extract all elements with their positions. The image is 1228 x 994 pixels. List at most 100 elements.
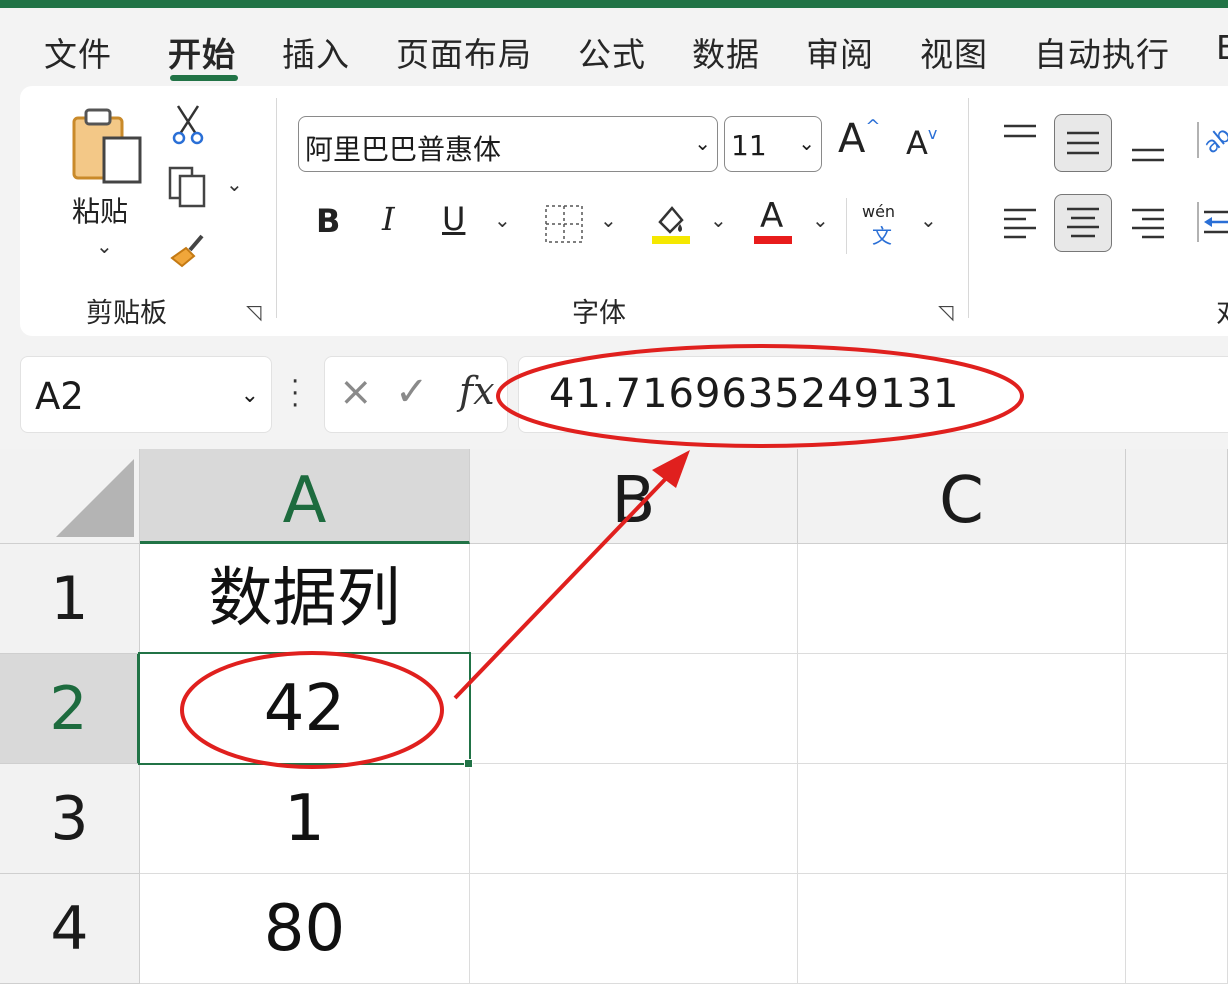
paste-button[interactable]: 粘贴	[72, 190, 128, 230]
cell-d4[interactable]	[1126, 874, 1228, 984]
name-box-value: A2	[35, 375, 84, 418]
font-launcher-icon[interactable]: ◹	[938, 300, 953, 324]
cell-a3[interactable]: 1	[140, 764, 470, 874]
name-box[interactable]: A2 ⌄	[20, 356, 272, 433]
font-color-icon[interactable]: A	[752, 196, 794, 246]
tab-automate[interactable]: 自动执行	[1034, 28, 1170, 76]
phonetic-bottom-text: 文	[872, 224, 892, 248]
tab-home[interactable]: 开始	[168, 28, 236, 76]
row-header-1[interactable]: 1	[0, 544, 140, 654]
cell-a1[interactable]: 数据列	[140, 544, 470, 654]
align-center-icon[interactable]	[1054, 194, 1112, 252]
cell-a4[interactable]: 80	[140, 874, 470, 984]
ribbon: 粘贴 ⌄ ⌄ 剪贴板 ◹ 阿里巴巴普惠体 ⌄ 11 ⌄ A^ Av B I U	[20, 86, 1228, 336]
row-header-3[interactable]: 3	[0, 764, 140, 874]
fill-dropdown-chevron-icon[interactable]: ⌄	[710, 208, 727, 232]
group-separator	[968, 98, 969, 318]
grow-caret-icon: ^	[865, 116, 881, 137]
worksheet-grid: A B C 1 数据列 2 42 3 1 4 80	[0, 449, 1228, 994]
clipboard-launcher-icon[interactable]: ◹	[246, 300, 261, 324]
tab-overflow[interactable]: E	[1216, 28, 1228, 67]
italic-button[interactable]: I	[382, 200, 395, 238]
copy-icon[interactable]	[166, 166, 210, 208]
alignment-group-label: 对	[1216, 291, 1228, 330]
cell-d2[interactable]	[1126, 654, 1228, 764]
select-all-corner[interactable]	[0, 449, 140, 544]
svg-text:ab: ab	[1199, 122, 1228, 159]
align-left-icon[interactable]	[1002, 206, 1038, 242]
column-header-d[interactable]	[1126, 449, 1228, 544]
column-header-c[interactable]: C	[798, 449, 1126, 544]
font-size-value: 11	[731, 129, 767, 162]
row-header-4[interactable]: 4	[0, 874, 140, 984]
active-tab-indicator	[170, 75, 238, 81]
phonetic-guide-icon[interactable]: wén 文	[862, 202, 902, 248]
align-bottom-icon[interactable]	[1130, 136, 1166, 164]
cancel-icon[interactable]: ×	[339, 369, 373, 415]
more-options-icon[interactable]: · · ·	[291, 369, 299, 419]
title-bar-accent	[0, 0, 1228, 8]
tab-file[interactable]: 文件	[44, 28, 112, 76]
cell-d1[interactable]	[1126, 544, 1228, 654]
font-size-select[interactable]: 11 ⌄	[724, 116, 822, 172]
group-separator	[846, 198, 847, 254]
insert-function-icon[interactable]: fx	[459, 369, 495, 413]
align-top-icon[interactable]	[1002, 122, 1038, 150]
tab-review[interactable]: 审阅	[806, 28, 874, 76]
column-header-a[interactable]: A	[140, 449, 470, 544]
fill-handle[interactable]	[464, 759, 473, 768]
tab-formulas[interactable]: 公式	[578, 28, 646, 76]
cell-b1[interactable]	[470, 544, 798, 654]
cell-b4[interactable]	[470, 874, 798, 984]
cell-c2[interactable]	[798, 654, 1126, 764]
cell-c4[interactable]	[798, 874, 1126, 984]
tab-data[interactable]: 数据	[692, 28, 760, 76]
underline-button[interactable]: U	[442, 200, 465, 238]
decrease-indent-icon[interactable]	[1196, 200, 1228, 244]
tab-insert[interactable]: 插入	[282, 28, 350, 76]
font-color-dropdown-chevron-icon[interactable]: ⌄	[812, 208, 829, 232]
tab-view[interactable]: 视图	[920, 28, 988, 76]
tab-page-layout[interactable]: 页面布局	[396, 28, 532, 76]
grow-font-label: A	[838, 116, 866, 162]
shrink-font-button[interactable]: Av	[906, 124, 937, 162]
underline-dropdown-chevron-icon[interactable]: ⌄	[494, 208, 511, 232]
cell-b2[interactable]	[470, 654, 798, 764]
chevron-down-icon: ⌄	[694, 131, 711, 155]
align-middle-icon[interactable]	[1054, 114, 1112, 172]
border-icon[interactable]	[544, 204, 584, 244]
phonetic-dropdown-chevron-icon[interactable]: ⌄	[920, 208, 937, 232]
font-name-value: 阿里巴巴普惠体	[305, 133, 502, 166]
enter-icon[interactable]: ✓	[395, 369, 429, 415]
font-group-label: 字体	[572, 298, 626, 329]
shrink-font-label: A	[906, 124, 928, 162]
cell-d3[interactable]	[1126, 764, 1228, 874]
clipboard-group-label: 剪贴板	[86, 298, 167, 329]
chevron-down-icon[interactable]: ⌄	[241, 383, 259, 408]
format-painter-icon[interactable]	[168, 230, 208, 270]
column-header-b[interactable]: B	[470, 449, 798, 544]
copy-dropdown-chevron-icon[interactable]: ⌄	[226, 172, 243, 196]
paste-dropdown-chevron-icon[interactable]: ⌄	[96, 234, 113, 258]
fill-color-icon[interactable]	[650, 200, 692, 246]
cell-c3[interactable]	[798, 764, 1126, 874]
shrink-caret-icon: v	[927, 124, 938, 143]
ribbon-tabs: 文件 开始 插入 页面布局 公式 数据 审阅 视图 自动执行 E	[0, 8, 1228, 86]
orientation-icon[interactable]: ab	[1196, 120, 1228, 160]
cell-b3[interactable]	[470, 764, 798, 874]
row-header-2[interactable]: 2	[0, 654, 140, 764]
cell-c1[interactable]	[798, 544, 1126, 654]
active-cell-border	[138, 652, 471, 765]
font-name-select[interactable]: 阿里巴巴普惠体 ⌄	[298, 116, 718, 172]
align-right-icon[interactable]	[1130, 206, 1166, 242]
grow-font-button[interactable]: A^	[838, 116, 880, 162]
bold-button[interactable]: B	[316, 202, 340, 240]
paste-icon[interactable]	[70, 106, 144, 188]
border-dropdown-chevron-icon[interactable]: ⌄	[600, 208, 617, 232]
cut-icon[interactable]	[170, 104, 206, 146]
chevron-down-icon: ⌄	[798, 131, 815, 155]
group-separator	[276, 98, 277, 318]
phonetic-top-text: wén	[862, 202, 896, 221]
formula-input[interactable]: 41.7169635249131	[518, 356, 1228, 433]
formula-buttons: × ✓ fx	[324, 356, 508, 433]
